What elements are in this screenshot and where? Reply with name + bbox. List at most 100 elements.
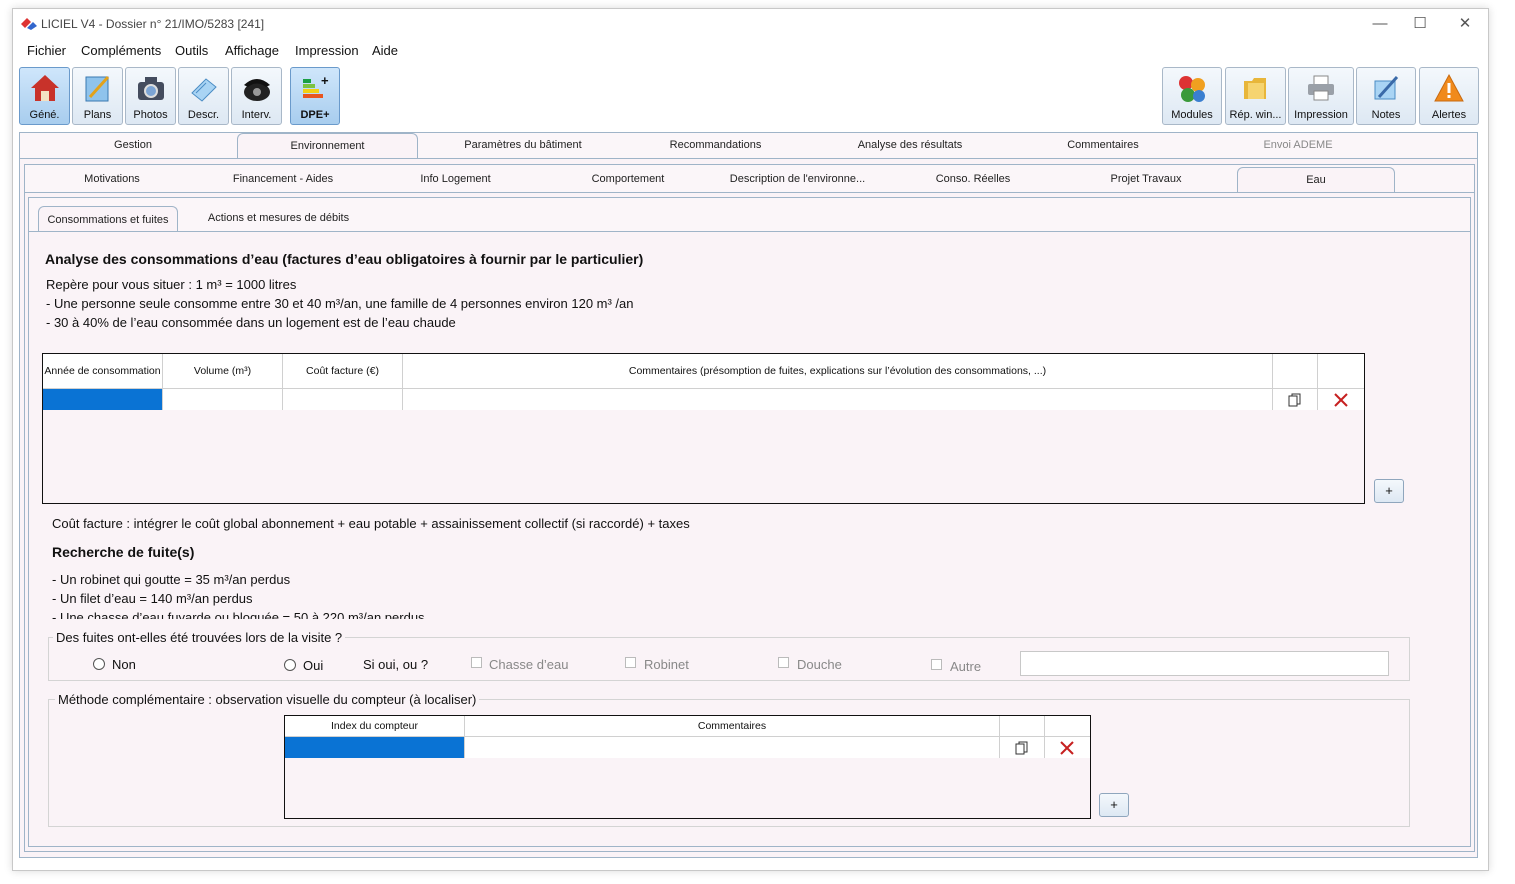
toolbar-gene-button[interactable]: Géné. bbox=[19, 67, 70, 125]
plans-icon bbox=[85, 75, 109, 102]
leak-where-label: Si oui, ou ? bbox=[363, 657, 429, 672]
tab-analyse-resultats[interactable]: Analyse des résultats bbox=[835, 139, 985, 151]
add-consumption-row-button[interactable]: + bbox=[1374, 479, 1404, 503]
tab-recommandations[interactable]: Recommandations bbox=[643, 139, 788, 151]
toolbar-descr-button[interactable]: Descr. bbox=[178, 67, 229, 125]
leak-info-scroll: - Un robinet qui goutte = 35 m³/an perdu… bbox=[43, 567, 1443, 619]
cell-annee[interactable] bbox=[43, 388, 163, 410]
leak-found-legend: Des fuites ont-elles été trouvées lors d… bbox=[53, 630, 346, 645]
tab-financement-aides[interactable]: Financement - Aides bbox=[218, 173, 348, 185]
toolbar-dpe-button[interactable]: + DPE+ bbox=[290, 67, 340, 125]
tab-eau[interactable]: Eau bbox=[1237, 167, 1395, 193]
printer-icon bbox=[1308, 75, 1334, 101]
menu-impression[interactable]: Impression bbox=[295, 43, 359, 58]
checkbox-douche[interactable] bbox=[778, 657, 789, 668]
col-meter-commentaires: Commentaires bbox=[465, 716, 1000, 736]
leak-line-1: - Un robinet qui goutte = 35 m³/an perdu… bbox=[52, 572, 291, 587]
tab-description-environnement[interactable]: Description de l'environne... bbox=[725, 173, 870, 185]
delete-icon bbox=[1334, 393, 1348, 407]
col-delete bbox=[1318, 354, 1364, 388]
cell-index-compteur[interactable] bbox=[285, 736, 465, 758]
toolbar-photos-button[interactable]: Photos bbox=[125, 67, 176, 125]
tab-comportement[interactable]: Comportement bbox=[573, 173, 683, 185]
toolbar-interv-label: Interv. bbox=[241, 109, 272, 121]
cout-facture-note: Coût facture : intégrer le coût global a… bbox=[52, 516, 690, 531]
tab-motivations[interactable]: Motivations bbox=[57, 173, 167, 185]
notes-icon bbox=[1374, 75, 1399, 100]
tab-projet-travaux[interactable]: Projet Travaux bbox=[1091, 173, 1201, 185]
cell-cout[interactable] bbox=[283, 388, 403, 410]
radio-oui[interactable] bbox=[284, 659, 296, 671]
col-copy bbox=[1273, 354, 1318, 388]
tab-gestion[interactable]: Gestion bbox=[73, 139, 193, 151]
checkbox-autre[interactable] bbox=[931, 659, 942, 670]
row-copy-button[interactable] bbox=[1273, 388, 1318, 410]
cell-volume[interactable] bbox=[163, 388, 283, 410]
checkbox-robinet[interactable] bbox=[625, 657, 636, 668]
toolbar-photos-label: Photos bbox=[133, 109, 168, 121]
close-button[interactable]: ✕ bbox=[1450, 13, 1480, 35]
dpe-icon: + bbox=[303, 73, 329, 98]
meter-legend: Méthode complémentaire : observation vis… bbox=[55, 692, 480, 707]
menu-complements[interactable]: Compléments bbox=[81, 43, 161, 58]
copy-icon bbox=[1015, 741, 1028, 755]
col-meter-copy bbox=[1000, 716, 1045, 736]
tab-conso-reelles[interactable]: Conso. Réelles bbox=[918, 173, 1028, 185]
cell-meter-commentaire[interactable] bbox=[465, 736, 1000, 758]
toolbar-impression-button[interactable]: Impression bbox=[1288, 67, 1354, 125]
minimize-button[interactable]: — bbox=[1365, 13, 1395, 35]
tab-environnement[interactable]: Environnement bbox=[237, 133, 418, 159]
toolbar-plans-label: Plans bbox=[83, 109, 112, 121]
leak-line-3: - Une chasse d’eau fuyarde ou bloquée = … bbox=[52, 610, 425, 619]
toolbar-impression-label: Impression bbox=[1294, 109, 1348, 121]
toolbar-repwin-label: Rép. win... bbox=[1229, 109, 1282, 121]
col-commentaires: Commentaires (présomption de fuites, exp… bbox=[403, 354, 1273, 388]
toolbar-plans-button[interactable]: Plans bbox=[72, 67, 123, 125]
checkbox-chasse-eau-label: Chasse d’eau bbox=[489, 657, 569, 672]
row-delete-button[interactable] bbox=[1318, 388, 1364, 410]
menu-affichage[interactable]: Affichage bbox=[225, 43, 279, 58]
radio-non-label: Non bbox=[112, 657, 136, 672]
meter-grid: Index du compteur Commentaires bbox=[284, 715, 1091, 819]
application-window: LICIEL V4 - Dossier n° 21/IMO/5283 [241]… bbox=[12, 8, 1489, 871]
tab-commentaires[interactable]: Commentaires bbox=[1033, 139, 1173, 151]
tab-info-logement[interactable]: Info Logement bbox=[398, 173, 513, 185]
autre-text-input[interactable] bbox=[1020, 651, 1389, 676]
tab-parametres-batiment[interactable]: Paramètres du bâtiment bbox=[443, 139, 603, 151]
tab-consommations-fuites[interactable]: Consommations et fuites bbox=[38, 206, 178, 232]
toolbar-descr-label: Descr. bbox=[187, 109, 220, 121]
toolbar-modules-button[interactable]: Modules bbox=[1162, 67, 1222, 125]
toolbar-interv-button[interactable]: Interv. bbox=[231, 67, 282, 125]
maximize-button[interactable]: ☐ bbox=[1405, 13, 1435, 35]
add-meter-row-button[interactable]: + bbox=[1099, 793, 1129, 817]
toolbar-notes-label: Notes bbox=[1371, 109, 1401, 121]
toolbar-repwin-button[interactable]: Rép. win... bbox=[1225, 67, 1286, 125]
toolbar-modules-label: Modules bbox=[1171, 109, 1213, 121]
toolbar-alertes-button[interactable]: Alertes bbox=[1419, 67, 1479, 125]
checkbox-chasse-eau[interactable] bbox=[471, 657, 482, 668]
leak-line-2: - Un filet d’eau = 140 m³/an perdus bbox=[52, 591, 253, 606]
checkbox-robinet-label: Robinet bbox=[644, 657, 689, 672]
app-logo-icon bbox=[21, 18, 37, 30]
warning-icon bbox=[1434, 73, 1464, 102]
menu-aide[interactable]: Aide bbox=[372, 43, 398, 58]
radio-oui-label: Oui bbox=[303, 658, 324, 673]
menu-outils[interactable]: Outils bbox=[175, 43, 208, 58]
tab-actions-mesures-debits[interactable]: Actions et mesures de débits bbox=[201, 212, 356, 224]
toolbar-alertes-label: Alertes bbox=[1431, 109, 1467, 121]
analysis-line-3: - 30 à 40% de l’eau consommée dans un lo… bbox=[46, 315, 456, 330]
meter-row-delete-button[interactable] bbox=[1045, 736, 1090, 758]
col-meter-delete bbox=[1045, 716, 1090, 736]
meter-row-copy-button[interactable] bbox=[1000, 736, 1045, 758]
analysis-heading: Analyse des consommations d’eau (facture… bbox=[45, 251, 644, 267]
consumption-grid: Année de consommation Volume (m³) Coût f… bbox=[42, 353, 1365, 504]
svg-text:+: + bbox=[321, 73, 329, 88]
radio-non[interactable] bbox=[93, 658, 105, 670]
toolbar-notes-button[interactable]: Notes bbox=[1356, 67, 1416, 125]
menu-fichier[interactable]: Fichier bbox=[27, 43, 66, 58]
copy-icon bbox=[1288, 393, 1301, 407]
cell-commentaire[interactable] bbox=[403, 388, 1273, 410]
col-volume: Volume (m³) bbox=[163, 354, 283, 388]
tab-envoi-ademe[interactable]: Envoi ADEME bbox=[1233, 139, 1363, 151]
modules-icon bbox=[1179, 76, 1205, 102]
